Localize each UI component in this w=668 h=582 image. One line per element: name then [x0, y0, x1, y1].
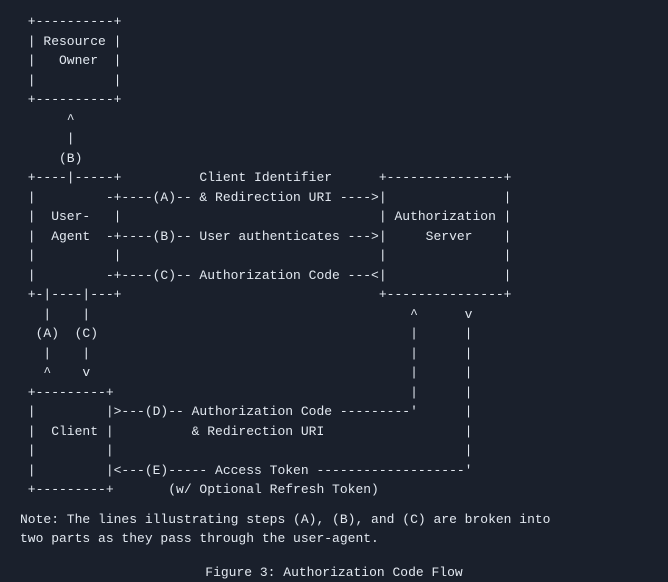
ascii-diagram: +----------+ | Resource | | Owner | | | … [20, 12, 648, 500]
diagram-note: Note: The lines illustrating steps (A), … [20, 510, 648, 549]
figure-caption: Figure 3: Authorization Code Flow [20, 563, 648, 582]
